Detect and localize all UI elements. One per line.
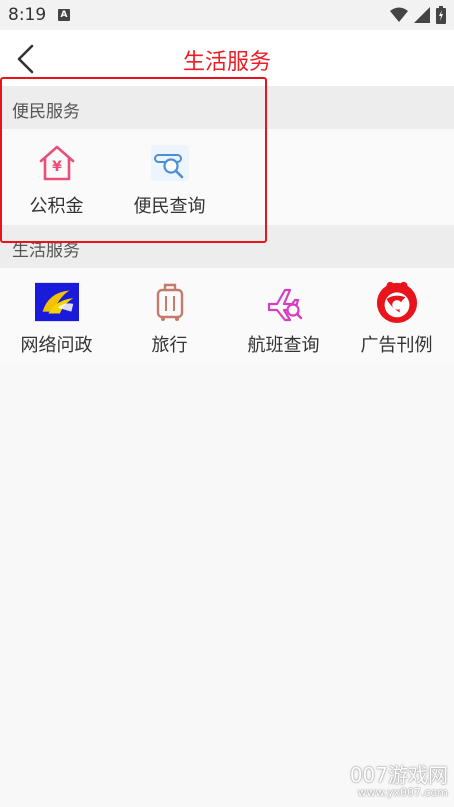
network-politics-icon (34, 280, 79, 324)
grid-item-travel[interactable]: 旅行 (113, 268, 226, 363)
status-time: 8:19 (8, 5, 47, 25)
grid-item-convenience-query[interactable]: 便民查询 (113, 129, 226, 224)
grid-item-ad-rates[interactable]: 广告刊例 (340, 268, 453, 363)
watermark: 007游戏网 www.yx007.com (350, 764, 448, 799)
section-title: 生活服务 (12, 241, 80, 261)
luggage-icon (148, 280, 192, 324)
status-bar: 8:19 A (0, 0, 454, 30)
notification-icon: A (58, 9, 70, 21)
grid-item-network-politics[interactable]: 网络问政 (0, 268, 113, 363)
battery-icon (436, 6, 446, 24)
flight-search-icon (262, 280, 306, 324)
grid-item-label: 便民查询 (133, 196, 206, 217)
grid-item-label: 网络问政 (20, 335, 93, 356)
grid-item-flight-search[interactable]: 航班查询 (227, 268, 340, 363)
page-title: 生活服务 (182, 50, 271, 75)
grid-item-housing-fund[interactable]: ¥ 公积金 (0, 129, 113, 224)
section-title: 便民服务 (12, 102, 80, 122)
ad-logo-icon (375, 280, 419, 324)
status-indicators (390, 5, 446, 25)
svg-text:¥: ¥ (52, 159, 62, 175)
section-header-life: 生活服务 (0, 225, 454, 268)
search-query-icon (148, 141, 192, 185)
watermark-line1: 007游戏网 (349, 763, 448, 787)
house-yen-icon: ¥ (35, 141, 79, 185)
section-header-convenience: 便民服务 (0, 86, 454, 129)
wifi-icon (390, 7, 408, 22)
watermark-line2: www.yx007.com (357, 786, 448, 799)
grid-item-label: 旅行 (151, 335, 188, 356)
grid-item-label: 航班查询 (247, 335, 320, 356)
navbar: 生活服务 (0, 30, 454, 86)
convenience-grid: ¥ 公积金 便民查询 (0, 129, 454, 225)
life-grid: 网络问政 旅行 航班查询 广告刊例 (0, 268, 454, 364)
grid-item-label: 公积金 (29, 196, 84, 217)
signal-icon (414, 7, 430, 23)
grid-item-label: 广告刊例 (360, 335, 433, 356)
